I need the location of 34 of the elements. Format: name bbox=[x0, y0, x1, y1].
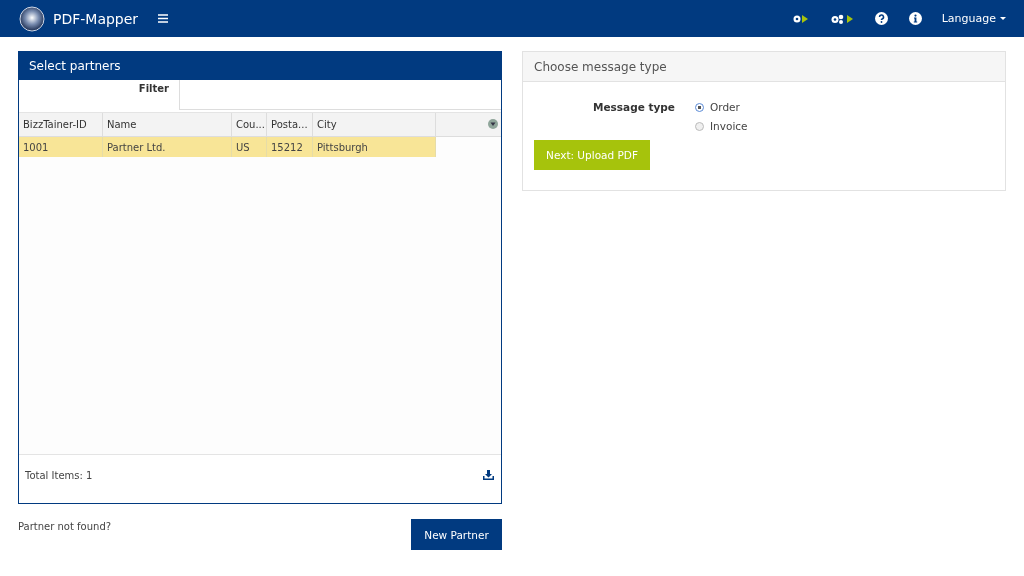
language-dropdown[interactable]: Language bbox=[941, 12, 1006, 25]
logo-icon bbox=[19, 5, 45, 32]
column-header[interactable]: BizzTainer-ID bbox=[19, 113, 103, 136]
radio-option[interactable]: Order bbox=[695, 101, 1005, 113]
new-partner-button[interactable]: New Partner bbox=[411, 519, 502, 550]
app-title: PDF-Mapper bbox=[53, 10, 139, 27]
radio-icon[interactable] bbox=[695, 121, 704, 131]
panel-title: Choose message type bbox=[523, 52, 1005, 82]
table-cell: Pittsburgh bbox=[313, 137, 436, 157]
radio-option[interactable]: Invoice bbox=[695, 120, 1005, 132]
option-label: Order bbox=[710, 101, 740, 113]
info-icon[interactable] bbox=[908, 12, 922, 25]
table-cell: US bbox=[232, 137, 267, 157]
partner-not-found-text: Partner not found? bbox=[18, 521, 112, 532]
column-header[interactable]: Cou... bbox=[232, 113, 267, 136]
table-cell: Partner Ltd. bbox=[103, 137, 232, 157]
message-type-label: Message type bbox=[592, 101, 675, 115]
radio-icon[interactable] bbox=[695, 102, 704, 112]
table-row[interactable]: 1001 Partner Ltd. US 15212 Pittsburgh bbox=[19, 137, 436, 157]
filter-field[interactable] bbox=[179, 80, 501, 110]
column-header[interactable]: Name bbox=[103, 113, 232, 136]
column-menu-icon[interactable] bbox=[488, 119, 498, 129]
option-label: Invoice bbox=[710, 120, 748, 132]
column-header[interactable]: Posta... bbox=[267, 113, 313, 136]
filter-label: Filter bbox=[137, 82, 170, 96]
column-header[interactable]: City bbox=[313, 113, 436, 136]
download-icon[interactable] bbox=[483, 470, 494, 480]
table-cell: 1001 bbox=[19, 137, 103, 157]
panel-title: Select partners bbox=[19, 52, 501, 80]
total-items: Total Items: 1 bbox=[25, 469, 93, 481]
caret-icon bbox=[1000, 16, 1006, 21]
help-icon[interactable] bbox=[874, 12, 888, 25]
table-cell: 15212 bbox=[267, 137, 313, 157]
menu-icon[interactable] bbox=[158, 14, 169, 23]
